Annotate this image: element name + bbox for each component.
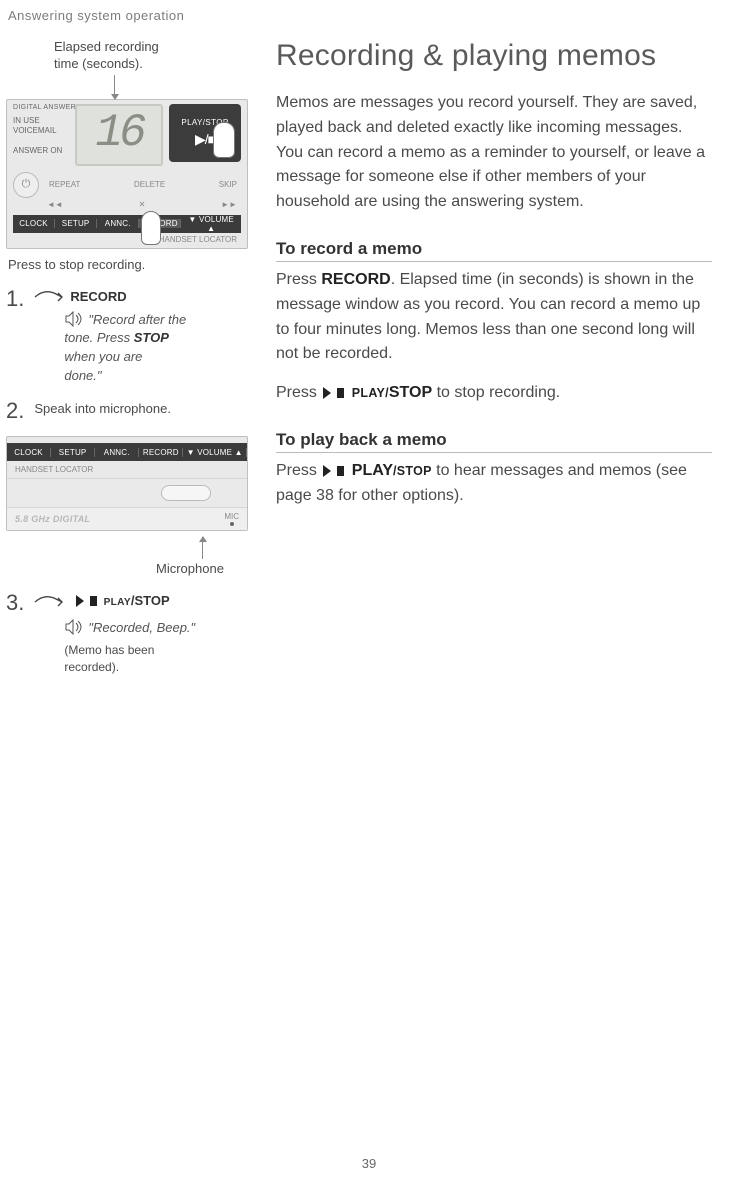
- pointer-down-icon: [114, 75, 115, 99]
- left-column: Elapsed recording time (seconds). DIGITA…: [6, 39, 254, 691]
- record-paragraph-2: Press PLAY/STOP to stop recording.: [276, 381, 712, 406]
- rewind-icon: ◄◄: [47, 200, 63, 209]
- step-3-number: 3.: [6, 592, 24, 677]
- page-number: 39: [0, 1156, 738, 1171]
- clock-button-label: CLOCK: [13, 219, 55, 228]
- microphone-label: Microphone: [156, 561, 254, 576]
- record-paragraph-1: Press RECORD. Elapsed time (in seconds) …: [276, 268, 712, 367]
- mic-dot-icon: [230, 522, 234, 526]
- play-stop-hardware-button: PLAY/STOP ▶/■: [169, 104, 241, 162]
- mic-text: MIC: [224, 512, 239, 521]
- running-head: Answering system operation: [6, 8, 712, 39]
- step-1-quote-b-bold: STOP: [134, 330, 169, 345]
- rec-p2-b-bold: STOP: [389, 384, 432, 401]
- step-1-quote-b: tone. Press: [64, 330, 133, 345]
- speaker-icon-2: [64, 619, 84, 635]
- press-gesture-icon-2: [34, 594, 64, 610]
- rec-p2-b-small: PLAY/: [352, 386, 389, 400]
- handset-locator2-label: HANDSET LOCATOR: [7, 461, 247, 478]
- device2-button-bar: CLOCK SETUP ANNC. RECORD ▼ VOLUME ▲: [7, 443, 247, 461]
- step-1-label: RECORD: [70, 289, 126, 304]
- right-column: Recording & playing memos Memos are mess…: [276, 39, 712, 691]
- step-3-note-b: recorded).: [64, 660, 119, 674]
- play-stop-inline-icon-1: [323, 387, 345, 399]
- step-1-quote-d: done.": [64, 368, 101, 383]
- play-stop-glyph-icon: [76, 595, 98, 607]
- intro-paragraph: Memos are messages you record yourself. …: [276, 91, 712, 215]
- pointer-up-icon: [202, 537, 203, 559]
- voicemail-label: VOICEMAIL: [13, 126, 69, 136]
- in-use-label: IN USE: [13, 116, 69, 126]
- steps-list: 1. RECORD "Record after the tone. Press …: [6, 288, 254, 422]
- play-stop-inline-icon-2: [323, 465, 345, 477]
- step-3-note-a: (Memo has been: [64, 643, 154, 657]
- mic-indicator: MIC: [224, 512, 239, 526]
- annc2-label: ANNC.: [95, 448, 139, 457]
- power-icon: ⏻: [13, 172, 39, 198]
- step-2-text: Speak into microphone.: [34, 400, 254, 422]
- step-1-quote-c: when you are: [64, 349, 142, 364]
- to-playback-heading: To play back a memo: [276, 430, 712, 453]
- delete-label: DELETE: [134, 180, 165, 189]
- stop-recording-caption: Press to stop recording.: [8, 257, 254, 272]
- lcd-display: 16: [75, 104, 163, 166]
- step-1: 1. RECORD "Record after the tone. Press …: [6, 288, 254, 386]
- pb-p1-a: Press: [276, 462, 321, 479]
- annc-button-label: ANNC.: [97, 219, 139, 228]
- skip-label: SKIP: [219, 180, 237, 189]
- rec-p1-a: Press: [276, 271, 321, 288]
- speaker-icon: [64, 311, 84, 327]
- page-title: Recording & playing memos: [276, 39, 712, 73]
- step-3-quote: "Recorded, Beep.": [88, 620, 195, 635]
- fast-forward-icon: ►►: [221, 200, 237, 209]
- pb-p1-b-bold: PLAY: [352, 462, 393, 479]
- digital-label: 5.8 GHz DIGITAL: [15, 514, 90, 524]
- lcd-callout-line1: Elapsed recording: [54, 39, 159, 54]
- record2-label: RECORD: [139, 448, 183, 457]
- step-2: 2. Speak into microphone.: [6, 400, 254, 422]
- finger-press-icon: [213, 122, 235, 158]
- brand-label: DIGITAL ANSWERING SYSTEM: [13, 104, 69, 113]
- to-record-heading: To record a memo: [276, 239, 712, 262]
- clock2-label: CLOCK: [7, 448, 51, 457]
- delete-x-icon: ✕: [139, 200, 146, 209]
- device-button-bar: CLOCK SETUP ANNC. RECORD ▼ VOLUME ▲: [13, 215, 241, 233]
- answer-on-label: ANSWER ON: [13, 146, 69, 156]
- setup-button-label: SETUP: [55, 219, 97, 228]
- step-2-number: 2.: [6, 400, 24, 422]
- rec-p1-b: RECORD: [321, 271, 390, 288]
- repeat-label: REPEAT: [49, 180, 80, 189]
- handset-locator-label: HANDSET LOCATOR: [13, 233, 241, 248]
- setup2-label: SETUP: [51, 448, 95, 457]
- press-gesture-icon: [34, 289, 64, 305]
- step-1-quote-a: "Record after the: [88, 312, 186, 327]
- pb-p1-b-small: /STOP: [393, 464, 432, 478]
- rec-p2-c: to stop recording.: [432, 384, 560, 401]
- device-illustration-bottom: CLOCK SETUP ANNC. RECORD ▼ VOLUME ▲ HAND…: [6, 436, 248, 531]
- lcd-callout-line2: time (seconds).: [54, 56, 143, 71]
- device-illustration-top: DIGITAL ANSWERING SYSTEM IN USE VOICEMAI…: [6, 99, 248, 249]
- steps-list-continued: 3. PLAY/STOP "Recorded, Beep.": [6, 592, 254, 677]
- rec-p2-a: Press: [276, 384, 321, 401]
- volume-button-label: ▼ VOLUME ▲: [181, 215, 241, 233]
- finger-press-record-icon: [141, 211, 161, 245]
- playback-paragraph: Press PLAY/STOP to hear messages and mem…: [276, 459, 712, 509]
- volume2-label: ▼ VOLUME ▲: [183, 448, 247, 457]
- step-1-number: 1.: [6, 288, 24, 386]
- lcd-callout: Elapsed recording time (seconds).: [54, 39, 254, 73]
- step-3-label-play: PLAY: [104, 597, 131, 608]
- step-3-label-stop: STOP: [135, 593, 170, 608]
- handset-locator-button-icon: [161, 485, 211, 501]
- step-3: 3. PLAY/STOP "Recorded, Beep.": [6, 592, 254, 677]
